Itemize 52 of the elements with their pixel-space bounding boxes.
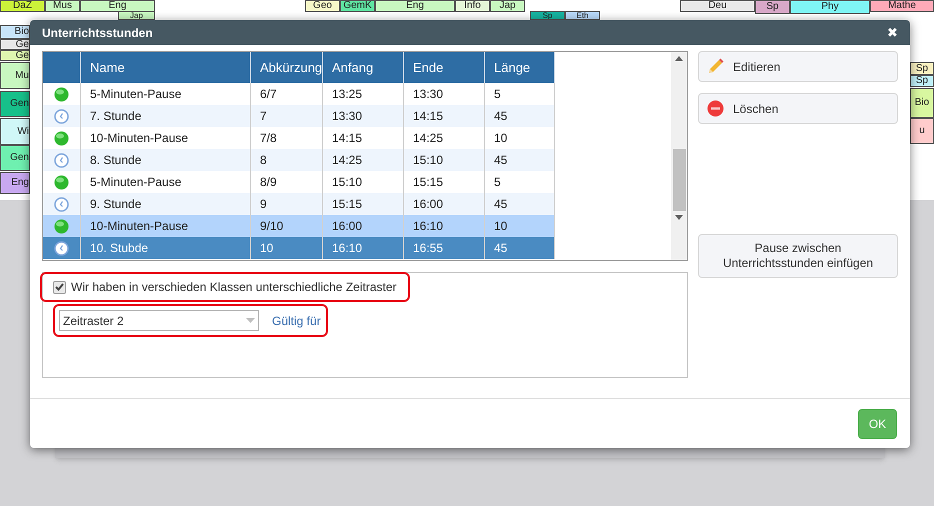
delete-button[interactable]: Löschen (698, 93, 898, 124)
table-cell: 16:10 (323, 237, 404, 259)
checkbox[interactable] (53, 280, 66, 294)
timetable-cell: Deu (680, 0, 755, 12)
timetable-cell: Bio (910, 88, 934, 118)
timetable-cell: DaZ (0, 0, 45, 12)
timetable-cell: Gen (0, 145, 30, 171)
timetable-cell: Eng (80, 0, 155, 12)
table-cell: 45 (485, 237, 555, 259)
checkmark-icon (55, 283, 64, 291)
table-cell: 16:55 (404, 237, 485, 259)
timetable-cell: Wi (0, 118, 30, 145)
pencil-icon (707, 58, 724, 75)
dropdown[interactable]: Zeitraster 2 (59, 310, 259, 331)
timetable-cell: Eth (565, 11, 600, 20)
timetable-cell: Info (455, 0, 490, 12)
checkbox-label: Wir haben in verschieden Klassen unterschiedliche Zeitraster (71, 279, 396, 296)
minus-circle-icon (707, 100, 724, 117)
table-cell: 10 (251, 237, 323, 259)
table-row[interactable]: 10. Stubde 10 16:10 16:55 45 (43, 237, 555, 259)
table-row[interactable]: 7. Stunde 7 13:30 14:15 45 (43, 105, 555, 127)
timetable-cell: Mathe (870, 0, 934, 12)
dropdown-caret-icon (246, 318, 255, 323)
scrollbar-thumb[interactable] (672, 149, 686, 211)
timetable-cell: Phy (790, 0, 870, 14)
timetable-cell: Sp (910, 62, 934, 75)
timetable-cell: Sp (530, 11, 565, 20)
scroll-up-icon[interactable] (675, 56, 683, 61)
dialog-title: Unterrichtsstunden (42, 24, 153, 42)
table-row[interactable]: 8. Stunde 8 14:25 15:10 45 (43, 149, 555, 171)
scroll-down-icon[interactable] (675, 215, 683, 220)
scrollbar[interactable] (671, 52, 687, 260)
edit-button[interactable]: Editieren (698, 51, 898, 82)
timetable-cell: u (910, 118, 934, 144)
timetable-cell: Mu (0, 62, 30, 89)
close-button[interactable]: ✖ (887, 26, 898, 39)
timetable-cell: GemK (340, 0, 375, 12)
timetable-cell: Gen (0, 91, 30, 117)
insert-pause-button[interactable]: Pause zwischen Unterrichtsstunden einfügen (698, 234, 898, 278)
timetable-cell: Jap (118, 11, 155, 20)
timetable-cell: Geo (305, 0, 340, 12)
timetable-cell: Sp (755, 0, 790, 14)
table-row[interactable]: 10-Minuten-Pause 9/10 16:00 16:10 10 (43, 215, 555, 237)
timetable-cell: Jap (490, 0, 525, 12)
timetable-cell: Eng (0, 172, 30, 194)
timetable-cell: Eng (375, 0, 455, 12)
timetable-cell: Sp (910, 75, 934, 87)
timetable-cell: Mus (45, 0, 80, 12)
table-cell: 10. Stubde (81, 237, 251, 259)
valid-for-link[interactable]: Gültig für (272, 312, 321, 330)
timetable-cell: Bio (0, 25, 30, 39)
table-row[interactable]: 9. Stunde 9 15:15 16:00 45 (43, 193, 555, 215)
